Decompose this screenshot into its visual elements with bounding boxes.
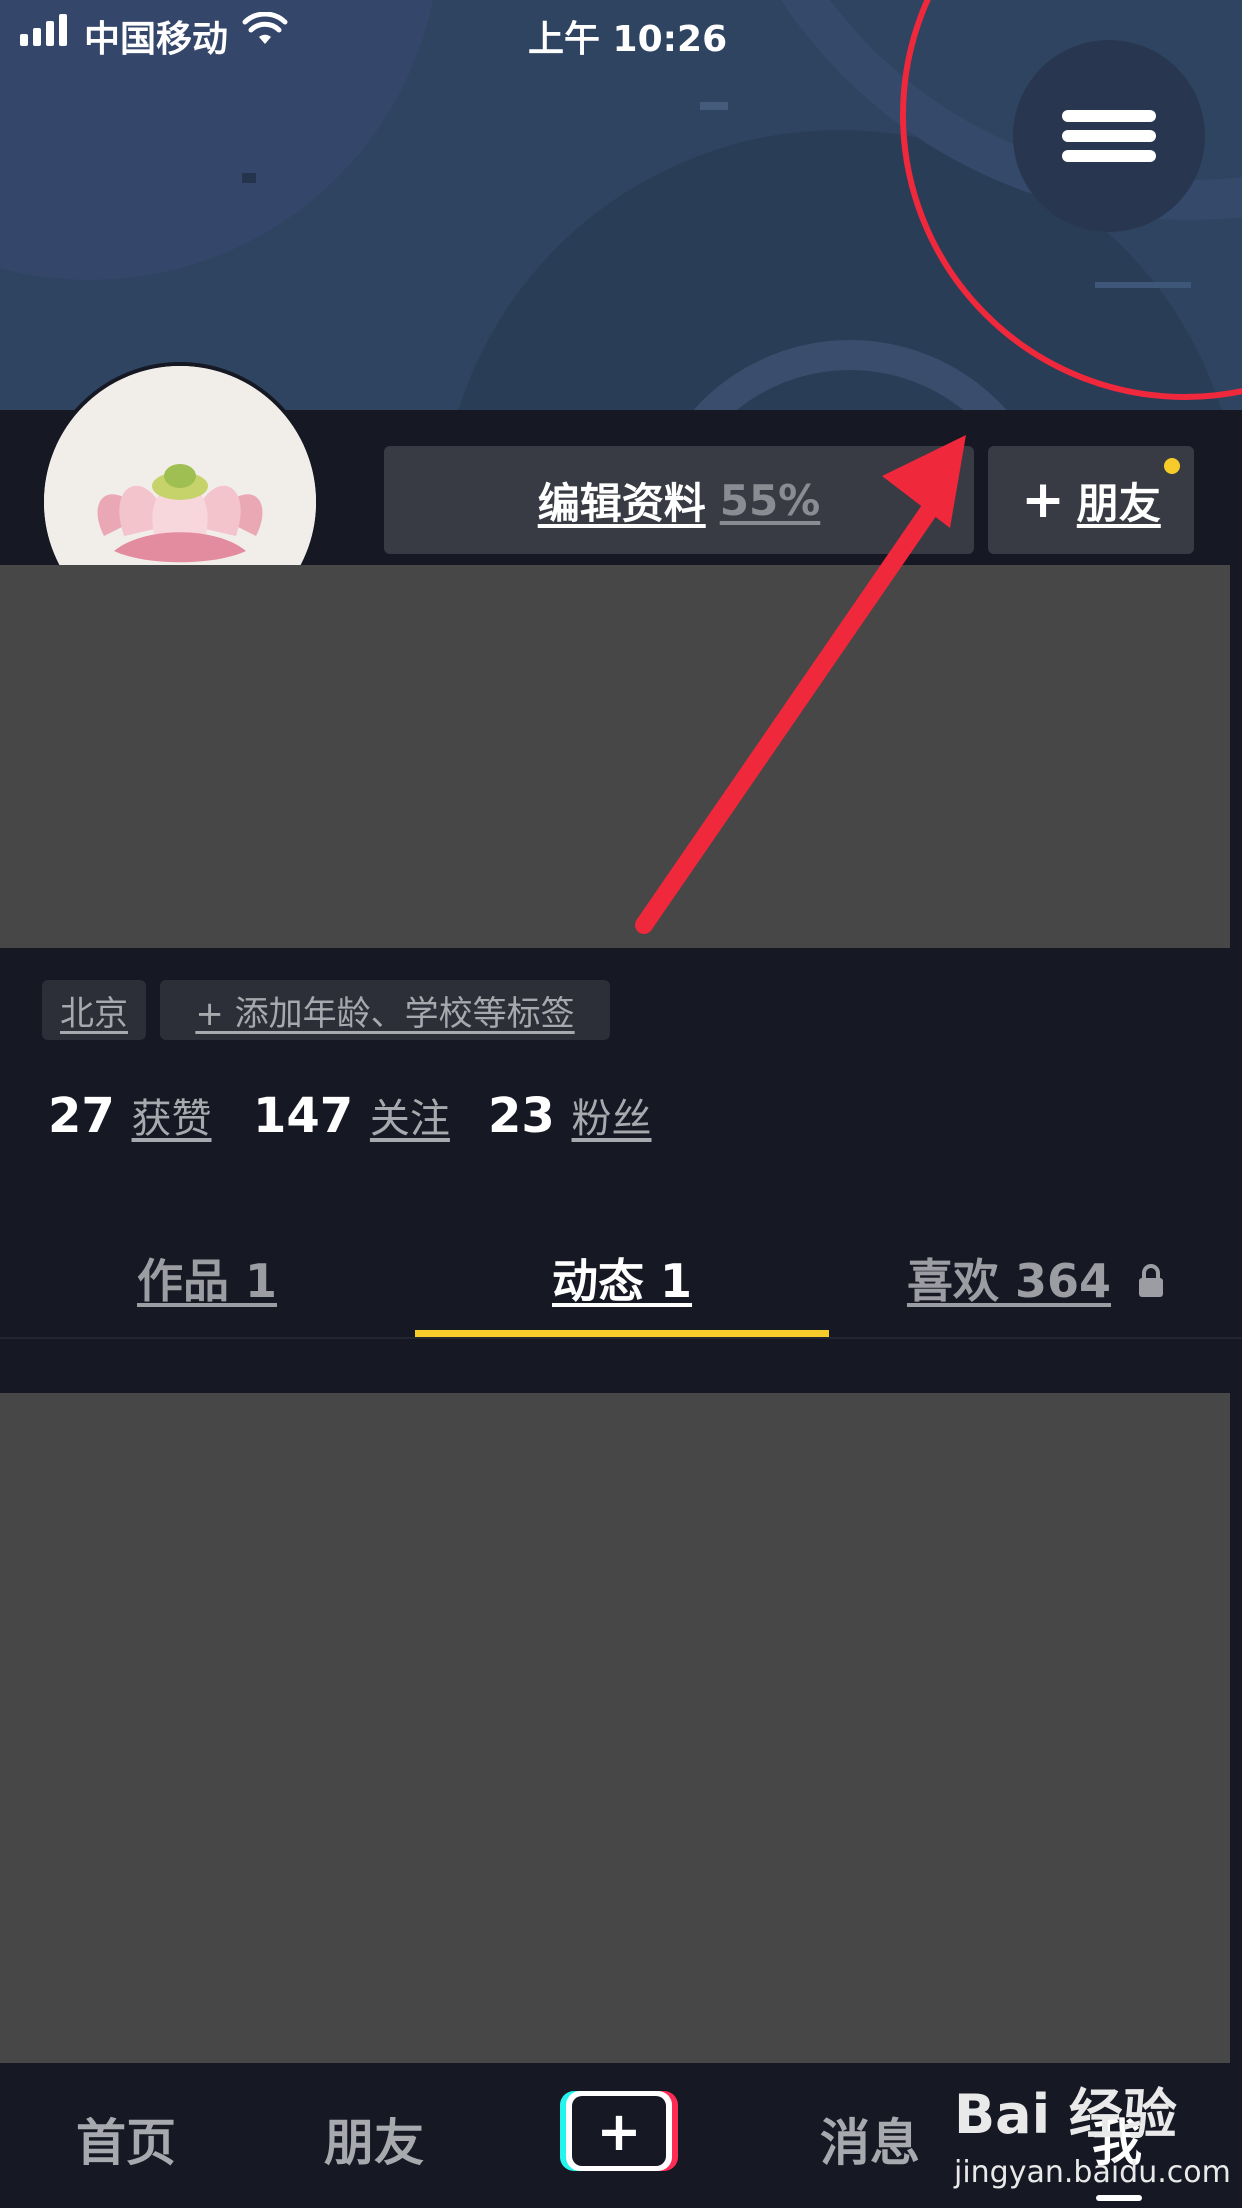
followers-label: 粉丝: [571, 1096, 652, 1142]
tab-likes-label: 喜欢 364: [906, 1254, 1112, 1308]
edit-profile-label: 编辑资料: [537, 478, 706, 528]
likes-count: 27: [48, 1088, 115, 1144]
tab-moments-label: 动态 1: [551, 1254, 693, 1308]
menu-icon: [1062, 102, 1156, 170]
plus-icon: +: [1021, 470, 1065, 530]
following-label: 关注: [369, 1096, 450, 1142]
watermark-logo: Bai 经验: [954, 2083, 1177, 2146]
add-tag-label: + 添加年龄、学校等标签: [195, 993, 575, 1034]
tab-works-label: 作品 1: [136, 1254, 278, 1308]
likes-label: 获赞: [131, 1096, 212, 1142]
profile-completion-percent: 55%: [719, 475, 821, 525]
likes-stat[interactable]: 27 获赞: [48, 1086, 212, 1144]
notification-dot: [1164, 458, 1180, 474]
add-tag-button[interactable]: + 添加年龄、学校等标签: [160, 980, 610, 1040]
signal-icon: [20, 14, 67, 46]
add-friend-label: 朋友: [1076, 478, 1161, 528]
following-count: 147: [253, 1088, 354, 1144]
menu-button[interactable]: [1013, 40, 1205, 232]
followers-count: 23: [488, 1088, 555, 1144]
location-tag-label: 北京: [60, 993, 128, 1034]
lock-icon: [1139, 1264, 1164, 1297]
tab-moments[interactable]: 动态 1: [415, 1245, 829, 1311]
banner-decoration: [700, 102, 728, 110]
status-time: 上午 10:26: [528, 19, 728, 60]
banner-decoration: [1095, 282, 1191, 288]
edit-profile-button[interactable]: 编辑资料 55%: [384, 446, 974, 554]
status-bar: 中国移动 上午 10:26: [0, 0, 1242, 62]
add-friend-button[interactable]: + 朋友: [988, 446, 1194, 554]
wifi-icon: [242, 12, 288, 44]
create-button[interactable]: +: [560, 2091, 678, 2171]
redacted-feed-content: [0, 1393, 1230, 2063]
baidu-watermark: Bai 经验 jingyan.baidu.com: [954, 2070, 1234, 2200]
plus-icon: +: [572, 2096, 666, 2166]
nav-home[interactable]: 首页: [76, 2103, 176, 2175]
tab-likes[interactable]: 喜欢 364: [830, 1245, 1242, 1311]
location-tag[interactable]: 北京: [42, 980, 146, 1040]
watermark-url: jingyan.baidu.com: [954, 2155, 1231, 2190]
tab-works[interactable]: 作品 1: [0, 1245, 414, 1311]
active-tab-indicator: [415, 1330, 829, 1337]
carrier-name: 中国移动: [84, 19, 229, 60]
nav-messages[interactable]: 消息: [820, 2103, 920, 2175]
nav-friends[interactable]: 朋友: [324, 2103, 424, 2175]
following-stat[interactable]: 147 关注: [253, 1086, 450, 1144]
tab-divider: [0, 1337, 1242, 1339]
redacted-profile-info: [0, 565, 1230, 948]
banner-decoration: [242, 173, 256, 183]
followers-stat[interactable]: 23 粉丝: [488, 1086, 652, 1144]
